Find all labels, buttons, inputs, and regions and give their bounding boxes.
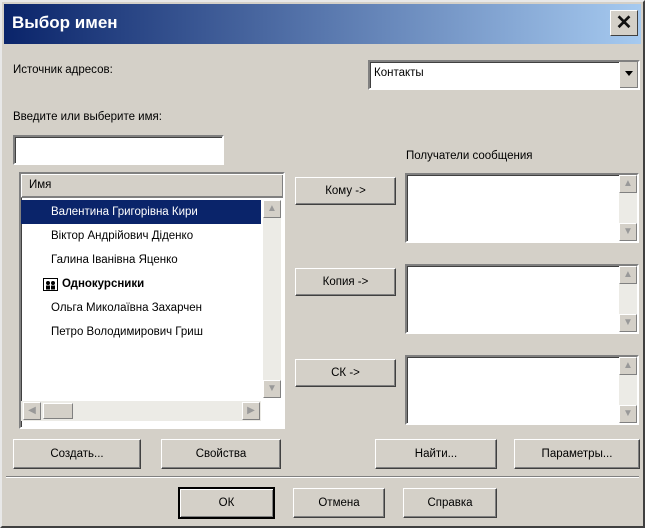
cancel-button[interactable]: Отмена — [293, 488, 385, 518]
list-item[interactable]: Ольга Миколаївна Захарчен — [21, 296, 202, 320]
scroll-down-icon[interactable]: ▼ — [619, 314, 637, 332]
dialog-window: Выбор имен ✕ Источник адресов: Контакты … — [0, 0, 645, 528]
names-list-body: Валентина Григорівна Кири Віктор Андрійо… — [21, 200, 261, 398]
to-button-label: Кому -> — [325, 185, 366, 197]
horizontal-scrollbar[interactable]: ◀ ▶ — [21, 401, 261, 421]
group-contacts-icon — [43, 276, 58, 292]
window-title: Выбор имен — [12, 13, 118, 32]
list-item-label: Ольга Миколаївна Захарчен — [51, 302, 202, 314]
name-search-input[interactable] — [13, 135, 224, 165]
column-header-name: Имя — [29, 179, 52, 191]
scroll-up-icon[interactable]: ▲ — [619, 175, 637, 193]
ok-button-label: ОК — [218, 497, 235, 509]
properties-button[interactable]: Свойства — [161, 439, 281, 469]
cc-box-scrollbar[interactable]: ▲ ▼ — [619, 266, 637, 332]
help-button[interactable]: Справка — [403, 488, 497, 518]
name-input-label: Введите или выберите имя: — [13, 111, 162, 123]
names-listbox[interactable]: Имя Валентина Григорівна Кири Віктор Анд… — [19, 172, 285, 429]
properties-button-label: Свойства — [195, 448, 247, 460]
list-item[interactable]: Галина Іванівна Яценко — [21, 248, 178, 272]
chevron-down-icon[interactable] — [619, 62, 638, 88]
address-source-value: Контакты — [374, 67, 424, 79]
list-item-label: Валентина Григорівна Кири — [51, 206, 198, 218]
ok-button[interactable]: ОК — [178, 487, 275, 519]
scroll-thumb[interactable] — [43, 403, 73, 419]
create-button-label: Создать... — [50, 448, 104, 460]
list-item[interactable]: Валентина Григорівна Кири — [21, 200, 261, 224]
vertical-scrollbar[interactable]: ▲ ▼ — [263, 200, 281, 398]
list-item-group[interactable]: Однокурсники — [21, 272, 144, 296]
recipients-label: Получатели сообщения — [406, 150, 533, 162]
options-button[interactable]: Параметры... — [514, 439, 640, 469]
scroll-down-icon[interactable]: ▼ — [619, 405, 637, 423]
bcc-button-label: СК -> — [331, 367, 360, 379]
bcc-recipients-box[interactable]: ▲ ▼ — [405, 355, 639, 425]
scroll-down-icon[interactable]: ▼ — [619, 223, 637, 241]
scroll-down-icon[interactable]: ▼ — [263, 380, 281, 398]
scroll-left-icon[interactable]: ◀ — [23, 402, 41, 420]
scroll-up-icon[interactable]: ▲ — [619, 266, 637, 284]
address-source-label: Источник адресов: — [13, 64, 113, 76]
separator — [6, 476, 639, 478]
cc-button-label: Копия -> — [322, 276, 369, 288]
to-box-scrollbar[interactable]: ▲ ▼ — [619, 175, 637, 241]
title-bar[interactable]: Выбор имен ✕ — [4, 4, 641, 44]
close-icon: ✕ — [615, 12, 633, 34]
list-item[interactable]: Віктор Андрійович Діденко — [21, 224, 193, 248]
bcc-button[interactable]: СК -> — [295, 359, 396, 387]
options-button-label: Параметры... — [541, 448, 613, 460]
cc-button[interactable]: Копия -> — [295, 268, 396, 296]
cc-recipients-box[interactable]: ▲ ▼ — [405, 264, 639, 334]
list-item-label: Петро Володимирович Гриш — [51, 326, 203, 338]
scroll-right-icon[interactable]: ▶ — [242, 402, 260, 420]
bcc-box-scrollbar[interactable]: ▲ ▼ — [619, 357, 637, 423]
find-button-label: Найти... — [414, 448, 458, 460]
to-button[interactable]: Кому -> — [295, 177, 396, 205]
address-source-dropdown[interactable]: Контакты — [368, 60, 640, 90]
close-button[interactable]: ✕ — [610, 10, 638, 36]
list-item-label: Однокурсники — [62, 278, 145, 290]
to-recipients-box[interactable]: ▲ ▼ — [405, 173, 639, 243]
scroll-up-icon[interactable]: ▲ — [263, 200, 281, 218]
list-item-label: Галина Іванівна Яценко — [51, 254, 178, 266]
list-column-header[interactable]: Имя — [21, 174, 283, 198]
list-item-label: Віктор Андрійович Діденко — [51, 230, 194, 242]
find-button[interactable]: Найти... — [375, 439, 497, 469]
help-button-label: Справка — [427, 497, 473, 509]
create-button[interactable]: Создать... — [13, 439, 141, 469]
scroll-up-icon[interactable]: ▲ — [619, 357, 637, 375]
cancel-button-label: Отмена — [318, 497, 360, 509]
list-item[interactable]: Петро Володимирович Гриш — [21, 320, 203, 344]
